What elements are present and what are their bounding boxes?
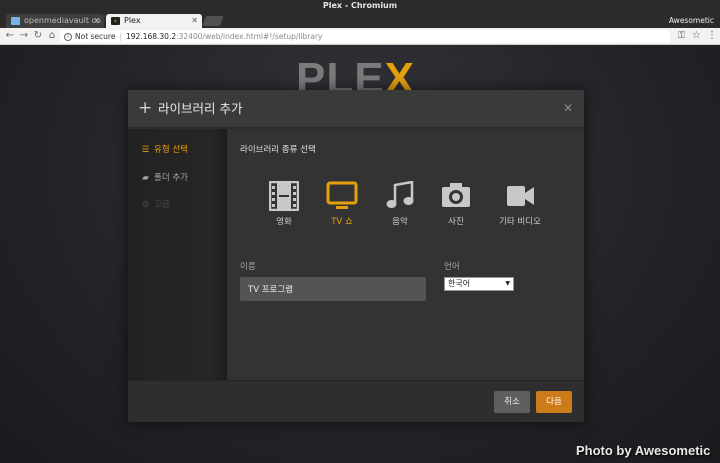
name-label: 이름 [240, 262, 256, 272]
openmediavault-favicon-icon [11, 17, 20, 25]
tab-close-icon[interactable]: ✕ [93, 14, 100, 28]
photo-credit-watermark: Photo by Awesometic [576, 443, 711, 458]
sidebar-item-select-type[interactable]: ☰ 유형 선택 [140, 144, 188, 156]
tab-strip: openmediavault co ✕ › Plex ✕ Awesometic [0, 12, 720, 28]
close-icon[interactable]: ✕ [563, 101, 573, 115]
library-type-movies[interactable]: 영화 [254, 181, 314, 227]
plus-icon: + [138, 98, 153, 118]
tab-label: openmediavault co [24, 16, 101, 25]
dialog-header: + 라이브러리 추가 ✕ [128, 90, 584, 128]
library-type-music[interactable]: 음악 [370, 181, 430, 227]
music-note-icon [386, 181, 414, 208]
new-tab-button[interactable] [202, 16, 224, 26]
library-type-photos[interactable]: 사진 [426, 181, 486, 227]
video-camera-icon [507, 186, 534, 206]
section-title: 라이브러리 종류 선택 [240, 145, 316, 155]
dropdown-arrow-icon: ▼ [505, 280, 510, 287]
dialog-sidebar: ☰ 유형 선택 ▰ 폴더 추가 ⚙ 고급 [128, 129, 227, 380]
sidebar-item-advanced: ⚙ 고급 [141, 200, 170, 210]
window-title-bar: Plex - Chromium [0, 0, 720, 12]
plex-favicon-icon: › [111, 17, 120, 25]
url-separator: | [119, 32, 122, 41]
window-title: Plex - Chromium [322, 1, 398, 10]
add-library-dialog: + 라이브러리 추가 ✕ ☰ 유형 선택 ▰ 폴더 추가 ⚙ 고급 라이브러리 종류 … [128, 90, 584, 422]
film-strip-icon [269, 181, 299, 211]
profile-name[interactable]: Awesometic [669, 14, 714, 28]
language-value: 한국어 [448, 279, 471, 288]
tab-close-icon[interactable]: ✕ [191, 14, 198, 28]
library-type-other-videos[interactable]: 기타 비디오 [490, 181, 550, 227]
television-icon [326, 181, 358, 209]
tab-openmediavault[interactable]: openmediavault co ✕ [6, 14, 104, 28]
page-content: PLEX + 라이브러리 추가 ✕ ☰ 유형 선택 ▰ 폴더 추가 ⚙ 고급 라이브러… [0, 45, 720, 463]
sidebar-item-add-folders[interactable]: ▰ 폴더 추가 [140, 172, 188, 184]
language-label: 언어 [444, 262, 460, 272]
camera-icon [442, 183, 470, 207]
cancel-button[interactable]: 취소 [494, 391, 530, 413]
address-bar: ← → ↻ ⌂ i Not secure | 192.168.30.2:32400/w… [0, 28, 720, 45]
language-select[interactable]: 한국어 ▼ [444, 277, 514, 291]
info-icon[interactable]: i [64, 33, 72, 41]
dialog-footer: 취소 다음 [128, 380, 584, 422]
forward-icon[interactable]: → [18, 30, 30, 42]
security-label: Not secure [75, 32, 116, 41]
next-button[interactable]: 다음 [536, 391, 572, 413]
menu-icon[interactable]: ⋮ [707, 30, 717, 42]
url-host: 192.168.30.2 [126, 32, 177, 41]
tab-label: Plex [124, 16, 141, 25]
dialog-main: 라이브러리 종류 선택 영화 TV 쇼 음악 사진 기타 비디오 이름 TV 프… [228, 129, 584, 380]
url-input[interactable]: i Not secure | 192.168.30.2:32400/web/index… [60, 30, 670, 43]
stack-icon: ☰ [141, 145, 150, 155]
dialog-title: 라이브러리 추가 [158, 101, 243, 116]
library-name-input[interactable] [240, 277, 426, 301]
url-path: :32400/web/index.html#!/setup/library [176, 32, 323, 41]
reload-icon[interactable]: ↻ [32, 30, 44, 42]
folder-icon: ▰ [142, 173, 149, 183]
tab-plex[interactable]: › Plex ✕ [106, 14, 202, 28]
gear-icon: ⚙ [141, 200, 150, 210]
home-icon[interactable]: ⌂ [46, 30, 58, 42]
star-icon[interactable]: ☆ [692, 30, 701, 42]
back-icon[interactable]: ← [4, 30, 16, 42]
key-icon[interactable]: ⚿ [678, 30, 685, 42]
library-type-tv-shows[interactable]: TV 쇼 [312, 181, 372, 227]
